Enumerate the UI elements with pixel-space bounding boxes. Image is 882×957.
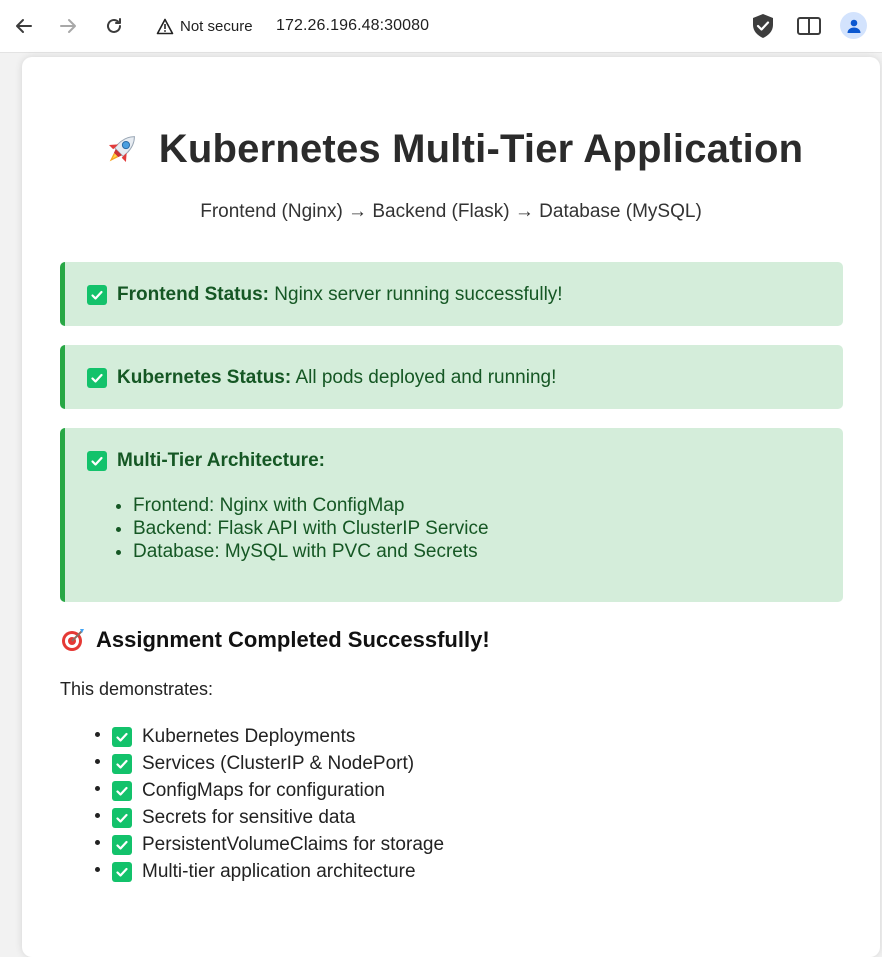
completed-title: Assignment Completed Successfully! [96,627,490,652]
list-item: Backend: Flask API with ClusterIP Servic… [133,517,843,540]
completed-heading: Assignment Completed Successfully! [60,627,490,653]
architecture-list: Frontend: Nginx with ConfigMap Backend: … [133,494,843,563]
status-label: Kubernetes Status: [117,367,292,388]
status-label: Multi-Tier Architecture: [117,450,325,471]
list-item: PersistentVolumeClaims for storage [112,831,444,858]
list-item-label: ConfigMaps for configuration [142,779,385,801]
list-item: Secrets for sensitive data [112,804,444,831]
reload-icon [107,18,121,33]
page-subtitle: Frontend (Nginx) → Backend (Flask) → Dat… [200,201,702,222]
status-text: All pods deployed and running! [295,367,557,388]
arrow-right-icon [60,19,76,33]
architecture-status-box: Multi-Tier Architecture: Frontend: Nginx… [60,428,843,602]
back-button[interactable] [9,11,39,41]
list-item: Frontend: Nginx with ConfigMap [133,494,843,517]
warning-icon [156,18,174,34]
check-box-icon [87,285,107,305]
reload-button[interactable] [99,11,129,41]
check-box-icon [112,861,132,882]
list-item: Database: MySQL with PVC and Secrets [133,540,843,563]
extension-button[interactable] [748,11,778,41]
list-item-label: Services (ClusterIP & NodePort) [142,752,415,774]
check-box-icon [112,807,132,828]
security-label: Not secure [180,17,253,35]
check-box-icon [87,368,107,388]
check-box-icon [112,780,132,801]
check-box-icon [87,451,107,471]
split-view-button[interactable] [794,11,824,41]
check-box-icon [112,834,132,855]
page-card: Kubernetes Multi-Tier Application Fronte… [22,57,880,957]
demo-list: Kubernetes Deployments Services (Cluster… [112,723,444,885]
list-item-label: PersistentVolumeClaims for storage [142,833,445,855]
list-item: ConfigMaps for configuration [112,777,444,804]
status-label: Frontend Status: [117,284,269,305]
forward-button[interactable] [53,11,83,41]
demo-intro: This demonstrates: [60,679,214,699]
arrow-left-icon [16,19,32,33]
target-icon [62,629,84,651]
list-item-label: Secrets for sensitive data [142,806,356,828]
list-item: Multi-tier application architecture [112,858,444,885]
page-title: Kubernetes Multi-Tier Application [158,127,804,171]
page-header: Kubernetes Multi-Tier Application [22,127,880,172]
kubernetes-status-box: Kubernetes Status: All pods deployed and… [60,345,843,409]
list-item-label: Kubernetes Deployments [142,725,356,747]
browser-toolbar: Not secure 172.26.196.48:30080 [0,0,882,53]
site-security-indicator[interactable]: Not secure [156,14,253,38]
check-box-icon [112,753,132,774]
list-item-label: Multi-tier application architecture [142,860,416,882]
frontend-status-box: Frontend Status: Nginx server running su… [60,262,843,326]
list-item: Services (ClusterIP & NodePort) [112,750,444,777]
profile-avatar[interactable] [840,12,867,39]
split-view-icon [797,17,821,35]
url-text: 172.26.196.48:30080 [276,17,430,34]
person-icon [847,19,860,33]
status-text: Nginx server running successfully! [274,284,563,305]
shield-icon [753,14,773,38]
rocket-icon [108,135,135,162]
check-box-icon [112,726,132,747]
list-item: Kubernetes Deployments [112,723,444,750]
address-bar[interactable]: 172.26.196.48:30080 [276,14,429,38]
